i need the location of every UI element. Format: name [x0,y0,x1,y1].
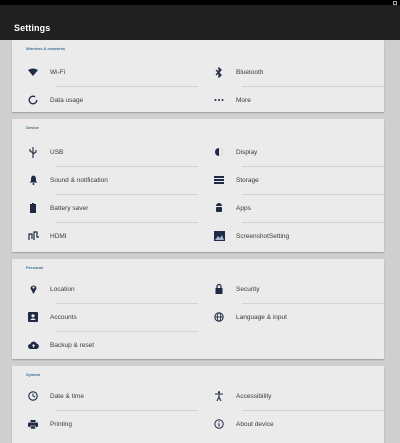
setting-label: Accounts [50,313,77,321]
section-wireless-networks: Wireless & networks Wi-Fi Bluetooth Data… [12,40,384,112]
setting-label: USB [50,148,64,156]
bluetooth-icon [212,65,226,79]
battery-icon [26,201,40,215]
display-icon [212,145,226,159]
setting-label: Language & input [236,313,287,321]
setting-label: Apps [236,204,251,212]
section-system: System Date & time Accessibility Printin… [12,366,384,443]
setting-label: Sound & notification [50,176,108,184]
info-icon [212,417,226,431]
setting-accounts[interactable]: Accounts [12,303,192,331]
setting-accessibility[interactable]: Accessibility [198,382,378,410]
usb-icon [26,145,40,159]
setting-printing[interactable]: Printing [12,410,192,438]
setting-label: Printing [50,420,73,428]
setting-label: Wi-Fi [50,68,66,76]
cloud-upload-icon [26,338,40,352]
app-bar: Settings [0,5,400,40]
setting-bluetooth[interactable]: Bluetooth [198,58,378,86]
settings-list[interactable]: Wireless & networks Wi-Fi Bluetooth Data… [0,40,400,443]
data-usage-icon [26,93,40,107]
globe-icon [212,310,226,324]
section-header: System [26,372,41,377]
accounts-icon [26,310,40,324]
screenshot-icon [212,229,226,243]
setting-storage[interactable]: Storage [198,166,378,194]
setting-wifi[interactable]: Wi-Fi [12,58,192,86]
setting-date-time[interactable]: Date & time [12,382,192,410]
section-personal: Personal Location Security Accounts Lang… [12,259,384,359]
setting-apps[interactable]: Apps [198,194,378,222]
hdmi-icon [26,229,40,243]
setting-label: Date & time [50,392,84,400]
setting-screenshot[interactable]: ScreenshotSetting [198,222,378,250]
setting-label: Accessibility [236,392,272,400]
setting-security[interactable]: Security [198,275,378,303]
android-icon [212,201,226,215]
page-title: Settings [14,23,51,33]
section-device: Device USB Display Sound & notification [12,119,384,252]
setting-label: About device [236,420,274,428]
printer-icon [26,417,40,431]
clock-icon [26,389,40,403]
wifi-icon [26,65,40,79]
storage-icon [212,173,226,187]
lock-icon [212,282,226,296]
setting-backup-reset[interactable]: Backup & reset [12,331,192,359]
setting-language-input[interactable]: Language & input [198,303,378,331]
setting-label: Display [236,148,258,156]
setting-label: Battery saver [50,204,89,212]
setting-usb[interactable]: USB [12,138,192,166]
setting-display[interactable]: Display [198,138,378,166]
setting-label: Data usage [50,96,84,104]
setting-more[interactable]: More [198,86,378,114]
location-pin-icon [26,282,40,296]
setting-about-device[interactable]: About device [198,410,378,438]
setting-label: Backup & reset [50,341,95,349]
section-header: Device [26,125,39,130]
setting-label: More [236,96,251,104]
setting-data-usage[interactable]: Data usage [12,86,192,114]
accessibility-icon [212,389,226,403]
setting-hdmi[interactable]: HDMI [12,222,192,250]
setting-label: HDMI [50,232,67,240]
bell-icon [26,173,40,187]
setting-sound-notification[interactable]: Sound & notification [12,166,192,194]
section-header: Personal [26,265,43,270]
setting-location[interactable]: Location [12,275,192,303]
setting-label: Bluetooth [236,68,264,76]
setting-label: Location [50,285,75,293]
setting-label: Security [236,285,260,293]
setting-label: Storage [236,176,259,184]
setting-label: ScreenshotSetting [236,232,290,240]
setting-battery-saver[interactable]: Battery saver [12,194,192,222]
section-header: Wireless & networks [26,46,66,51]
more-icon [212,93,226,107]
